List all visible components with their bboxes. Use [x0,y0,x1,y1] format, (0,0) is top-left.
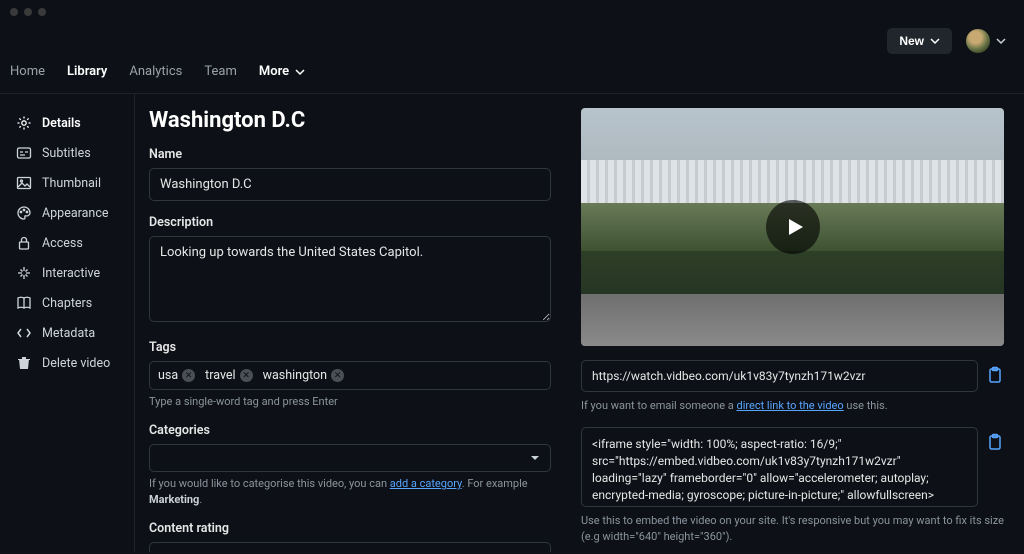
sidebar-item-label: Interactive [42,266,100,281]
caret-down-icon [530,453,540,463]
sidebar-item-label: Chapters [42,296,92,311]
nav-home[interactable]: Home [10,64,45,79]
subtitles-icon [16,145,32,161]
tag-item: washington✕ [263,368,345,383]
play-button[interactable] [766,200,820,254]
sidebar-item-label: Metadata [42,326,95,341]
sidebar-item-label: Subtitles [42,146,91,161]
trash-icon [16,355,32,371]
gear-icon [16,115,32,131]
tags-input[interactable]: usa✕ travel✕ washington✕ [149,361,551,390]
sidebar-item-access[interactable]: Access [16,228,134,258]
tags-label: Tags [149,340,551,355]
topbar: New [0,24,1024,64]
new-button-label: New [899,34,924,48]
sidebar-item-label: Thumbnail [42,176,101,191]
rating-value: All [160,551,175,552]
clipboard-icon [986,366,1004,384]
tags-helper: Type a single-word tag and press Enter [149,394,551,409]
new-button[interactable]: New [887,28,952,54]
preview-pane: https://watch.vidbeo.com/uk1v83y7tynzh17… [581,108,1004,552]
nav-more[interactable]: More [259,64,305,79]
sidebar-item-chapters[interactable]: Chapters [16,288,134,318]
embed-helper: Use this to embed the video on your site… [581,513,1004,544]
video-preview[interactable] [581,108,1004,346]
share-url-field[interactable]: https://watch.vidbeo.com/uk1v83y7tynzh17… [581,360,978,392]
tag-remove-icon[interactable]: ✕ [240,369,253,382]
details-form: Washington D.C Name Description Looking … [149,108,551,552]
avatar [966,29,990,53]
sidebar-item-details[interactable]: Details [16,108,134,138]
sidebar-item-label: Delete video [42,356,110,371]
rating-select[interactable]: All [149,542,551,552]
share-url-helper: If you want to email someone a direct li… [581,398,1004,413]
sidebar-item-thumbnail[interactable]: Thumbnail [16,168,134,198]
categories-select[interactable] [149,444,551,472]
nav-library[interactable]: Library [67,64,107,79]
rating-label: Content rating [149,521,551,536]
tag-item: travel✕ [205,368,252,383]
name-label: Name [149,147,551,162]
page-title: Washington D.C [149,108,551,133]
code-icon [16,325,32,341]
sidebar-item-label: Details [42,116,81,131]
play-icon [784,216,806,238]
main-nav: Home Library Analytics Team More [0,64,1024,94]
chevron-down-icon [930,36,940,46]
copy-url-button[interactable] [986,366,1004,384]
sidebar-item-subtitles[interactable]: Subtitles [16,138,134,168]
sidebar-item-label: Access [42,236,83,251]
chevron-down-icon [295,67,305,77]
chevron-down-icon [996,36,1006,46]
add-category-link[interactable]: add a category [390,477,462,490]
categories-label: Categories [149,423,551,438]
image-icon [16,175,32,191]
sidebar-item-delete[interactable]: Delete video [16,348,134,378]
clipboard-icon [986,433,1004,451]
sidebar: Details Subtitles Thumbnail Appearance A… [0,94,135,552]
categories-helper: If you would like to categorise this vid… [149,476,551,507]
tag-remove-icon[interactable]: ✕ [331,369,344,382]
embed-code-field[interactable]: <iframe style="width: 100%; aspect-ratio… [581,427,978,507]
nav-analytics[interactable]: Analytics [129,64,182,79]
sidebar-item-appearance[interactable]: Appearance [16,198,134,228]
window-traffic-lights [0,0,1024,24]
palette-icon [16,205,32,221]
lock-icon [16,235,32,251]
nav-team[interactable]: Team [204,64,237,79]
description-input[interactable]: Looking up towards the United States Cap… [149,236,551,322]
name-input[interactable] [149,168,551,201]
description-label: Description [149,215,551,230]
user-menu[interactable] [966,29,1006,53]
sparkle-icon [16,265,32,281]
tag-item: usa✕ [158,368,195,383]
book-icon [16,295,32,311]
nav-more-label: More [259,64,289,79]
copy-embed-button[interactable] [986,433,1004,451]
direct-link[interactable]: direct link to the video [736,399,843,412]
sidebar-item-label: Appearance [42,206,109,221]
tag-remove-icon[interactable]: ✕ [182,369,195,382]
sidebar-item-metadata[interactable]: Metadata [16,318,134,348]
sidebar-item-interactive[interactable]: Interactive [16,258,134,288]
